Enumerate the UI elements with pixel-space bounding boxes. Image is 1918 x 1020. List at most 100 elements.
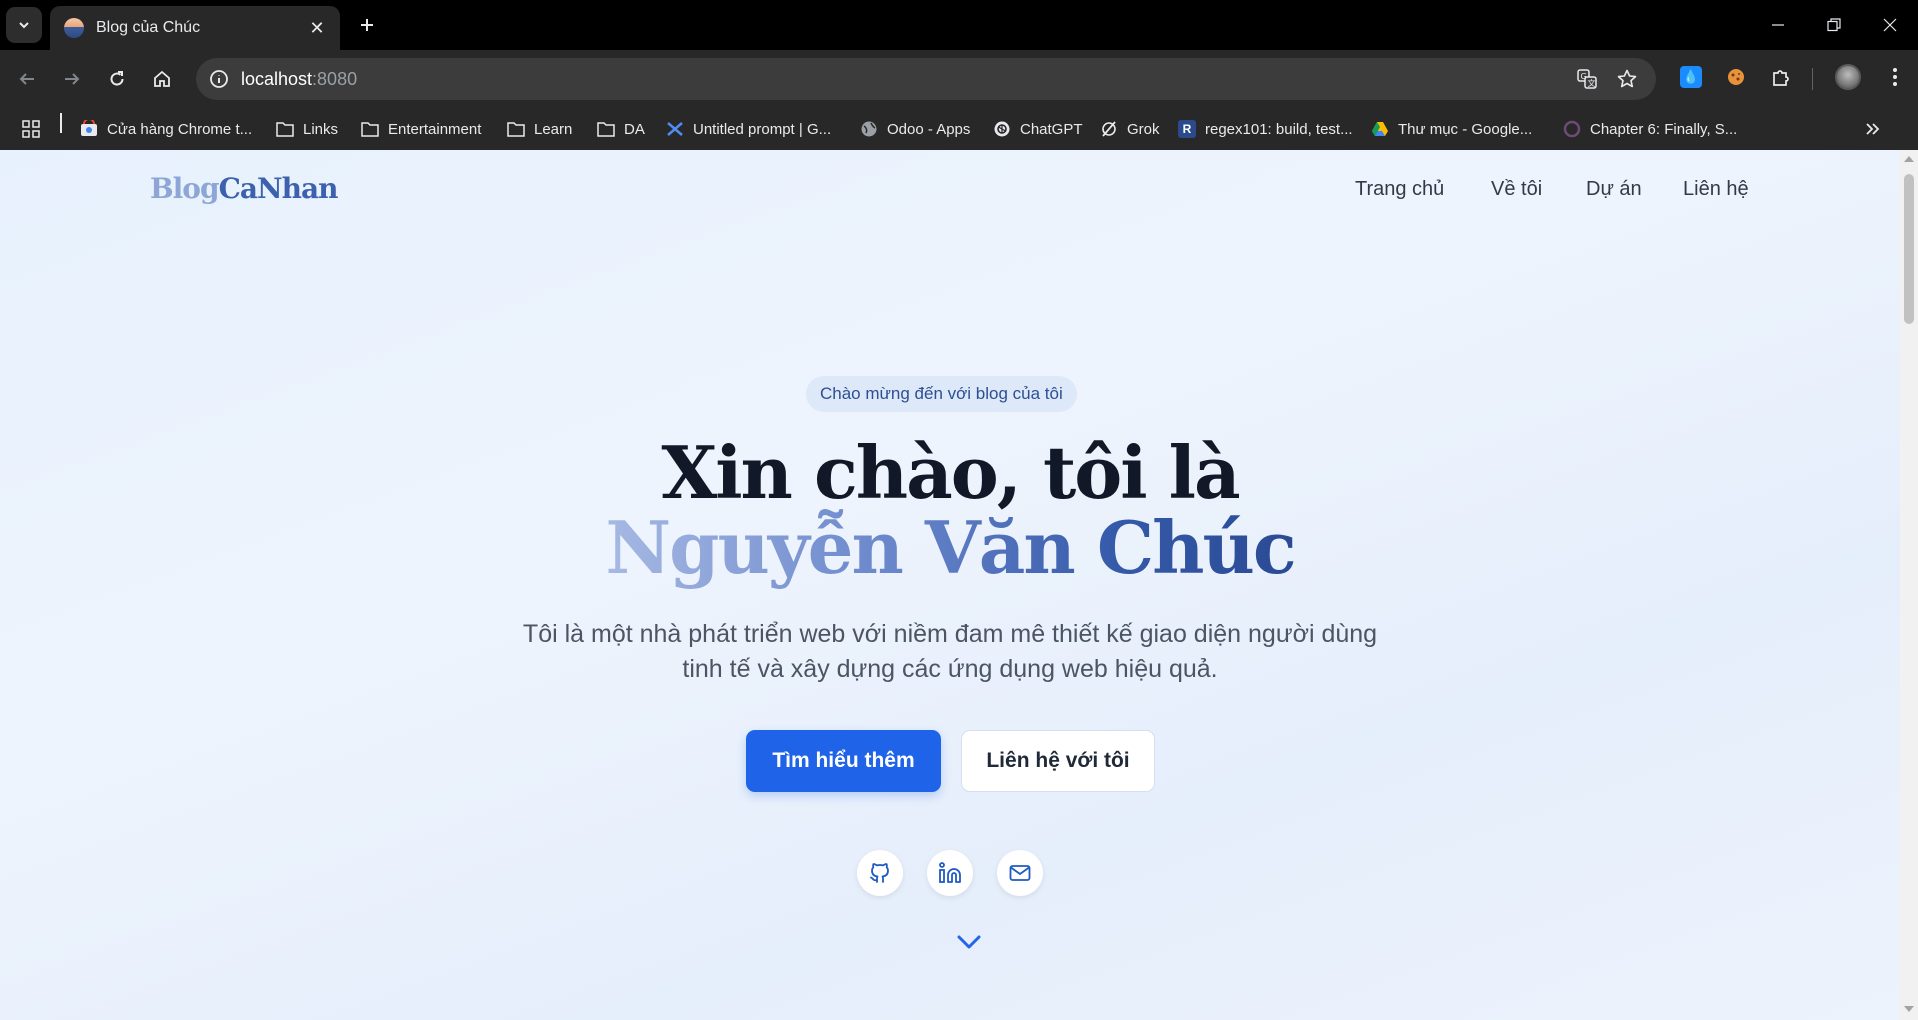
grok-icon (1100, 120, 1118, 138)
double-chevron-right-icon (1864, 120, 1882, 138)
bookmark-label: regex101: build, test... (1205, 120, 1353, 138)
scroll-thumb[interactable] (1904, 174, 1914, 324)
scroll-up-arrow-icon[interactable] (1904, 156, 1914, 162)
arrow-left-icon (19, 73, 34, 85)
github-link[interactable] (857, 850, 903, 896)
bookmark-regex101[interactable]: R regex101: build, test... (1178, 116, 1353, 142)
bookmark-label: DA (624, 120, 645, 138)
bookmark-label: Thư mục - Google... (1398, 120, 1533, 138)
bookmark-chapter-6[interactable]: Chapter 6: Finally, S... (1563, 116, 1737, 142)
chatgpt-icon (993, 120, 1011, 138)
site-info-button[interactable] (204, 64, 234, 94)
info-icon (210, 70, 228, 88)
minimize-button[interactable] (1750, 0, 1806, 50)
forward-button[interactable] (55, 62, 89, 96)
home-icon (154, 70, 170, 87)
extensions-button[interactable] (1766, 62, 1796, 92)
tab-strip: Blog của Chúc ✕ (0, 0, 1918, 50)
bookmark-label: ChatGPT (1020, 120, 1083, 138)
regex101-icon: R (1178, 120, 1196, 138)
translate-button[interactable]: G文 (1572, 64, 1602, 94)
profile-avatar-icon (1835, 64, 1861, 90)
restore-button[interactable] (1806, 0, 1862, 50)
site-logo[interactable]: BlogCaNhan (150, 172, 339, 205)
browser-tab[interactable]: Blog của Chúc ✕ (50, 6, 340, 50)
raindrop-icon: 💧 (1680, 66, 1702, 88)
bookmark-label: Learn (534, 120, 573, 138)
close-tab-icon[interactable]: ✕ (306, 18, 328, 39)
close-window-button[interactable] (1862, 0, 1918, 50)
bookmark-star-button[interactable] (1612, 64, 1642, 94)
linkedin-icon (939, 862, 961, 883)
bookmark-folder-links[interactable]: Links (276, 116, 338, 142)
nav-link-home[interactable]: Trang chủ (1355, 178, 1444, 201)
hero-title-line2: Nguyễn Văn Chúc (0, 505, 1900, 590)
ai-studio-icon (666, 120, 684, 138)
bookmark-grok[interactable]: Grok (1100, 116, 1160, 142)
bookmark-label: Links (303, 120, 339, 138)
svg-text:G: G (1581, 72, 1587, 81)
bookmark-chatgpt[interactable]: ChatGPT (993, 116, 1083, 142)
folder-icon (507, 120, 525, 138)
new-tab-button[interactable] (352, 10, 382, 40)
close-icon (1883, 18, 1897, 32)
cookie-icon (1728, 69, 1744, 85)
more-bookmarks-button[interactable] (1864, 116, 1882, 142)
bookmark-chrome-store[interactable]: Cửa hàng Chrome t... (80, 116, 252, 142)
more-vertical-icon (1893, 68, 1897, 86)
bookmark-odoo[interactable]: Odoo - Apps (860, 116, 970, 142)
bookmark-folder-entertainment[interactable]: Entertainment (361, 116, 481, 142)
bookmarks-divider (60, 113, 62, 133)
extension-raindrop-button[interactable]: 💧 (1676, 62, 1706, 92)
folder-icon (276, 120, 294, 138)
page-scrollbar[interactable] (1900, 150, 1918, 1020)
logo-part-canhan: CaNhan (218, 172, 339, 205)
minimize-icon (1772, 24, 1784, 26)
nav-link-projects[interactable]: Dự án (1586, 178, 1642, 201)
apps-grid-icon (22, 120, 40, 138)
scroll-down-button[interactable] (955, 930, 983, 954)
back-button[interactable] (10, 62, 44, 96)
reload-icon (110, 71, 124, 86)
bookmark-label: Untitled prompt | G... (693, 120, 832, 138)
chrome-webstore-icon (80, 120, 98, 138)
url-text[interactable]: localhost:8080 (241, 69, 357, 90)
github-icon (870, 863, 889, 883)
profile-button[interactable] (1833, 62, 1863, 92)
circle-icon (1563, 120, 1581, 138)
puzzle-icon (1773, 70, 1789, 86)
bookmark-google-drive[interactable]: Thư mục - Google... (1371, 116, 1532, 142)
bookmark-folder-learn[interactable]: Learn (507, 116, 572, 142)
toolbar-divider (1812, 68, 1813, 90)
reload-button[interactable] (100, 62, 134, 96)
avatar-favicon-icon (64, 18, 84, 38)
nav-link-about[interactable]: Về tôi (1491, 178, 1542, 201)
url-port: :8080 (312, 69, 358, 89)
bookmark-label: Odoo - Apps (887, 120, 971, 138)
chrome-menu-button[interactable] (1880, 62, 1910, 92)
scroll-down-arrow-icon[interactable] (1904, 1006, 1914, 1012)
chevron-down-icon (19, 22, 29, 29)
tab-search-button[interactable] (6, 7, 42, 43)
learn-more-button[interactable]: Tìm hiểu thêm (746, 730, 941, 792)
restore-icon (1827, 18, 1841, 32)
bookmark-label: Chapter 6: Finally, S... (1590, 120, 1738, 138)
bookmark-folder-da[interactable]: DA (597, 116, 645, 142)
globe-icon (860, 120, 878, 138)
address-bar[interactable]: localhost:8080 G文 (196, 58, 1656, 100)
nav-link-contact[interactable]: Liên hệ (1683, 178, 1749, 201)
home-button[interactable] (145, 62, 179, 96)
svg-text:文: 文 (1588, 78, 1596, 88)
google-drive-icon (1371, 120, 1389, 138)
bookmark-untitled-prompt[interactable]: Untitled prompt | G... (666, 116, 831, 142)
email-link[interactable] (997, 850, 1043, 896)
linkedin-link[interactable] (927, 850, 973, 896)
welcome-badge: Chào mừng đến với blog của tôi (806, 376, 1077, 412)
contact-me-button[interactable]: Liên hệ với tôi (961, 730, 1155, 792)
apps-button[interactable] (22, 116, 40, 142)
hero-description: Tôi là một nhà phát triển web với niềm đ… (522, 620, 1378, 683)
extension-cookie-button[interactable] (1721, 62, 1751, 92)
url-host: localhost (241, 69, 313, 89)
folder-icon (361, 120, 379, 138)
folder-icon (597, 120, 615, 138)
